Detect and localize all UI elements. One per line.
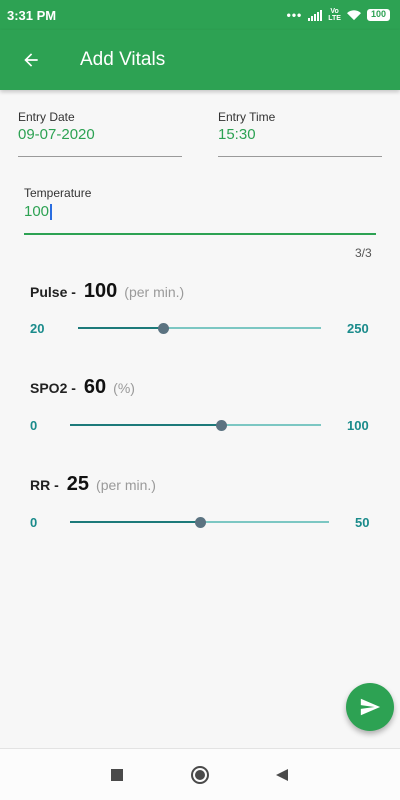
spo2-slider-thumb[interactable]: [215, 420, 227, 431]
temperature-input[interactable]: 100: [24, 203, 53, 221]
text-cursor: [50, 204, 53, 221]
arrow-left-icon: [24, 53, 38, 67]
rr-row: RR - 25 (per min.): [30, 473, 156, 496]
rr-label: RR -: [30, 477, 59, 493]
pulse-max-label: 250: [347, 321, 369, 336]
rr-unit: (per min.): [96, 477, 156, 493]
temperature-underline: [24, 233, 376, 235]
pulse-slider[interactable]: [78, 321, 321, 335]
battery-icon: 100: [366, 9, 390, 21]
entry-date-label: Entry Date: [18, 110, 75, 124]
wifi-icon: [346, 9, 361, 20]
back-button[interactable]: [0, 30, 62, 90]
volte-icon: Vo LTE: [328, 8, 341, 22]
temperature-label: Temperature: [24, 186, 92, 200]
rr-slider-thumb[interactable]: [194, 517, 206, 528]
spo2-max-label: 100: [347, 418, 369, 433]
spo2-row: SPO2 - 60 (%): [30, 376, 135, 399]
app-bar: Add Vitals: [0, 30, 400, 90]
temperature-value: 100: [24, 203, 50, 220]
spo2-value: 60: [83, 376, 107, 398]
pulse-value: 100: [83, 280, 118, 302]
character-counter: 3/3: [355, 246, 372, 260]
pulse-label: Pulse -: [30, 284, 76, 300]
entry-time-underline: [218, 156, 382, 157]
recents-square-icon: [111, 769, 123, 781]
pulse-min-label: 20: [30, 321, 45, 336]
spo2-unit: (%): [113, 380, 135, 396]
system-nav-bar: [0, 748, 400, 800]
rr-slider[interactable]: [70, 515, 329, 529]
status-icons: ••• Vo LTE 100: [287, 8, 390, 22]
recents-button[interactable]: [97, 749, 137, 800]
submit-button[interactable]: [346, 683, 394, 731]
rr-value: 25: [66, 473, 90, 495]
pulse-row: Pulse - 100 (per min.): [30, 280, 184, 303]
pulse-slider-thumb[interactable]: [157, 323, 169, 334]
spo2-label: SPO2 -: [30, 380, 76, 396]
pulse-slider-fill: [78, 327, 163, 329]
spo2-min-label: 0: [30, 418, 38, 433]
spo2-slider[interactable]: [70, 418, 321, 432]
rr-max-label: 50: [355, 515, 370, 530]
rr-slider-fill: [70, 521, 200, 523]
status-bar: 3:31 PM ••• Vo LTE 100: [0, 0, 400, 30]
home-circle-icon: [191, 766, 209, 784]
home-button[interactable]: [180, 749, 220, 800]
rr-min-label: 0: [30, 515, 38, 530]
back-nav-button[interactable]: [262, 749, 302, 800]
pulse-unit: (per min.): [124, 284, 185, 300]
entry-time-value[interactable]: 15:30: [218, 126, 256, 143]
entry-date-underline: [18, 156, 182, 157]
entry-date-value[interactable]: 09-07-2020: [18, 126, 95, 143]
back-triangle-icon: [276, 769, 288, 781]
signal-icon: [308, 9, 323, 21]
status-time: 3:31 PM: [7, 7, 57, 23]
dots-icon: •••: [286, 8, 303, 22]
page-title: Add Vitals: [80, 49, 166, 70]
entry-time-label: Entry Time: [218, 110, 276, 124]
spo2-slider-fill: [70, 424, 221, 426]
send-icon: [360, 698, 381, 716]
